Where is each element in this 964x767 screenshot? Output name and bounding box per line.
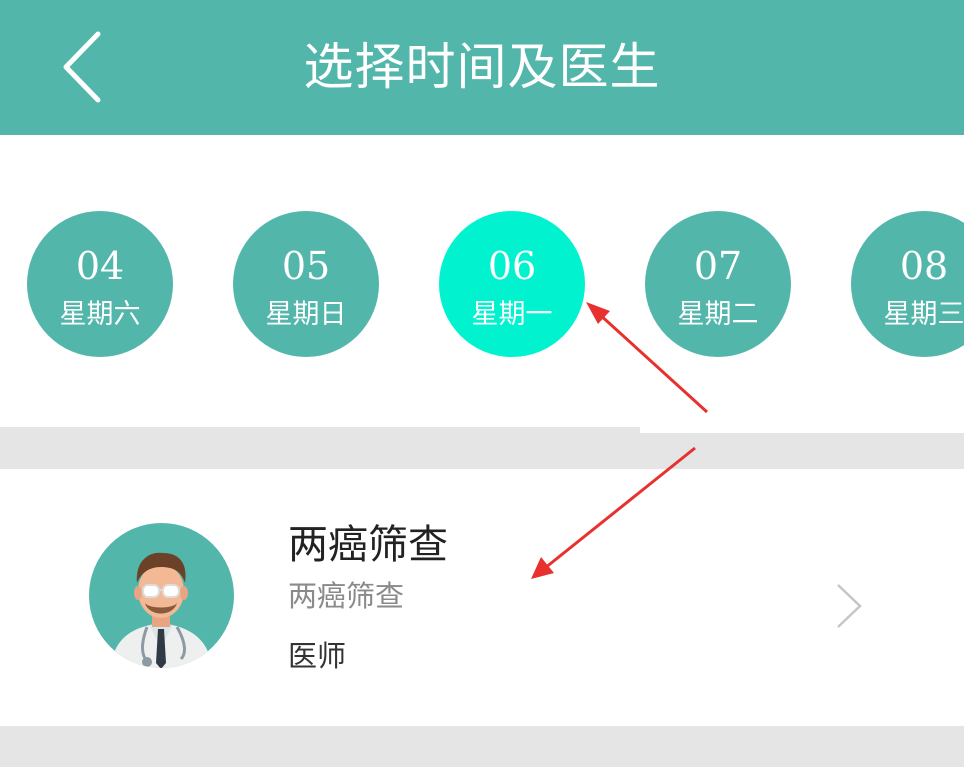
header-bar: 选择时间及医生 (0, 0, 964, 135)
date-weekday: 星期三 (883, 299, 964, 330)
date-selector: 04 星期六 05 星期日 06 星期一 07 星期二 08 星期三 (0, 135, 964, 427)
date-option-08[interactable]: 08 星期三 (851, 211, 964, 357)
date-option-07[interactable]: 07 星期二 (645, 211, 791, 357)
divider-patch (640, 427, 964, 433)
date-option-05[interactable]: 05 星期日 (233, 211, 379, 357)
doctor-title: 医师 (288, 639, 347, 673)
date-day: 04 (75, 244, 125, 288)
doctor-avatar-icon (89, 523, 234, 668)
date-day: 05 (281, 244, 331, 288)
date-weekday: 星期二 (677, 299, 759, 330)
date-day: 08 (899, 244, 949, 288)
date-day: 07 (693, 244, 743, 288)
doctor-department: 两癌筛查 (288, 579, 405, 613)
doctor-list-item[interactable]: 两癌筛查 两癌筛查 医师 (0, 469, 964, 726)
date-weekday: 星期六 (59, 299, 141, 330)
date-weekday: 星期一 (471, 299, 553, 330)
date-weekday: 星期日 (265, 299, 347, 330)
chevron-right-icon (837, 584, 862, 628)
page-title: 选择时间及医生 (303, 38, 661, 96)
date-day: 06 (487, 244, 537, 288)
date-option-04[interactable]: 04 星期六 (27, 211, 173, 357)
doctor-name: 两癌筛查 (288, 522, 448, 568)
date-option-06-selected[interactable]: 06 星期一 (439, 211, 585, 357)
